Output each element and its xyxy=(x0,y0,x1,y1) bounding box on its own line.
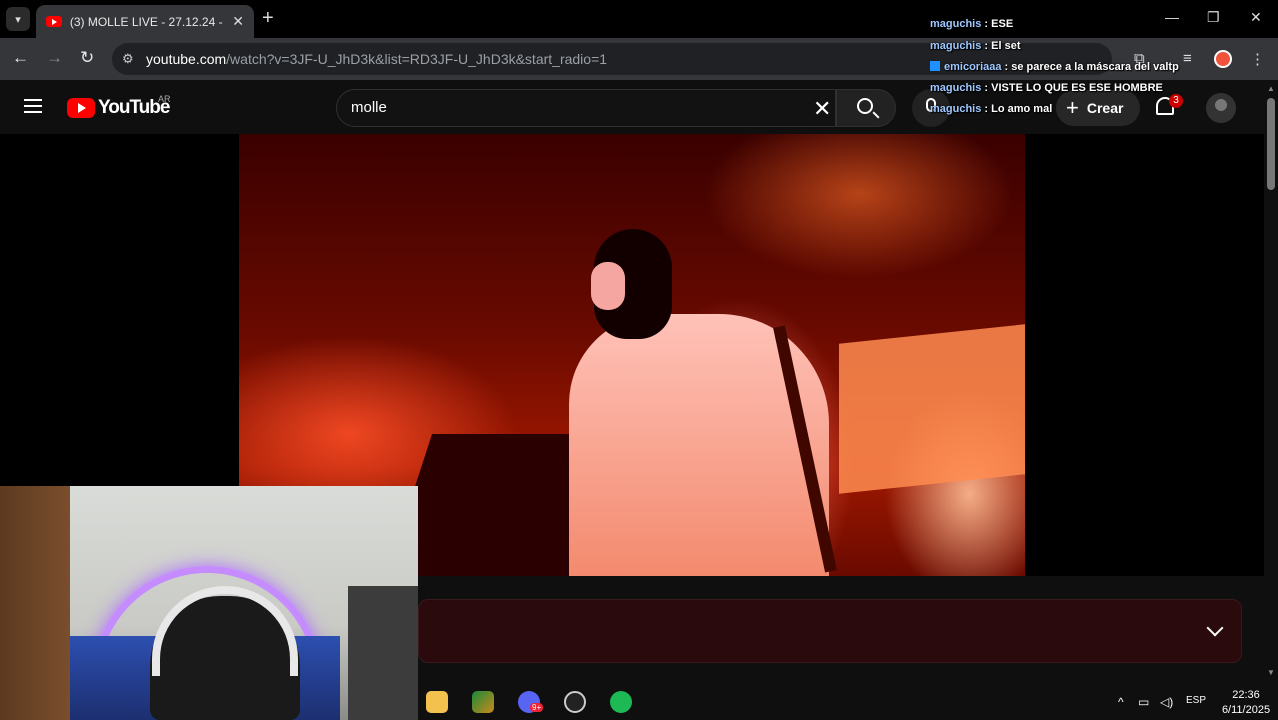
clock-time: 22:36 xyxy=(1232,689,1260,701)
volume-icon[interactable]: ◁) xyxy=(1160,695,1173,709)
restore-button[interactable]: ❐ xyxy=(1207,9,1220,26)
system-clock[interactable]: 22:36 6/11/2025 xyxy=(1218,688,1274,718)
chat-message: maguchis : VISTE LO QUE ES ESE HOMBRE xyxy=(930,82,1163,102)
chat-username: maguchis xyxy=(930,82,982,94)
forward-button[interactable]: → xyxy=(46,48,63,68)
menu-hamburger-icon[interactable] xyxy=(24,99,42,113)
chat-username: maguchis xyxy=(930,103,982,115)
twitch-prime-badge-icon xyxy=(930,61,940,71)
video-description-box[interactable] xyxy=(418,599,1242,663)
video-dj-mask-shape xyxy=(591,262,625,310)
chat-text: ESE xyxy=(991,18,1014,30)
new-tab-button[interactable]: + xyxy=(262,8,274,28)
language-indicator[interactable]: ESP xyxy=(1186,695,1206,706)
network-icon[interactable]: ▭ xyxy=(1138,695,1149,709)
url-path: /watch?v=3JF-U_JhD3k&list=RD3JF-U_JhD3k&… xyxy=(226,51,608,67)
youtube-favicon-icon xyxy=(46,16,62,27)
tray-overflow-icon[interactable]: ^ xyxy=(1118,695,1124,709)
menu-kebab-icon[interactable]: ⋮ xyxy=(1250,50,1265,68)
chat-text: VISTE LO QUE ES ESE HOMBRE xyxy=(991,82,1163,94)
stream-chat-overlay: maguchis : ESE maguchis : El set emicori… xyxy=(930,0,1190,120)
chat-username: maguchis xyxy=(930,18,982,30)
obs-icon[interactable] xyxy=(564,691,586,713)
back-button[interactable]: ← xyxy=(12,48,29,68)
chat-text: se parece a la máscara del valtp xyxy=(1011,61,1179,73)
chat-text: El set xyxy=(991,40,1021,52)
webcam-door-shape xyxy=(0,486,70,720)
site-info-icon[interactable]: ⚙ xyxy=(122,51,134,67)
chat-message: emicoriaaa : se parece a la máscara del … xyxy=(930,61,1179,81)
page-scrollbar[interactable]: ▲ ▼ xyxy=(1264,80,1278,686)
chat-message: maguchis : ESE xyxy=(930,18,1013,38)
spotify-icon[interactable] xyxy=(610,691,632,713)
expand-chevron-icon[interactable] xyxy=(1206,619,1224,637)
windows-taskbar: 9+ ^ ▭ ◁) ESP 22:36 6/11/2025 xyxy=(418,686,1278,720)
search-icon xyxy=(857,98,873,114)
scroll-thumb[interactable] xyxy=(1267,98,1275,190)
country-code: AR xyxy=(158,94,171,104)
discord-badge: 9+ xyxy=(530,703,544,712)
scroll-down-arrow-icon[interactable]: ▼ xyxy=(1267,668,1275,677)
search-query: molle xyxy=(351,99,387,116)
chat-text: Lo amo mal xyxy=(991,103,1053,115)
chat-username: emicoriaaa xyxy=(944,61,1002,73)
chat-separator: : xyxy=(981,82,992,94)
close-window-button[interactable]: ✕ xyxy=(1250,9,1262,26)
search-input[interactable]: molle ✕ xyxy=(336,89,836,127)
youtube-play-icon xyxy=(67,98,95,118)
screen: ▾ (3) MOLLE LIVE - 27.12.24 - You ✕ + — … xyxy=(0,0,1278,720)
reload-button[interactable]: ↻ xyxy=(80,48,94,68)
search-button[interactable] xyxy=(836,89,896,127)
league-client-icon[interactable] xyxy=(472,691,494,713)
tab-search-button[interactable]: ▾ xyxy=(6,7,30,31)
chat-message: maguchis : Lo amo mal xyxy=(930,103,1052,123)
chat-message: maguchis : El set xyxy=(930,40,1021,60)
webcam-overlay xyxy=(0,486,418,720)
chevron-down-icon: ▾ xyxy=(15,13,21,26)
file-explorer-icon[interactable] xyxy=(426,691,448,713)
chat-separator: : xyxy=(981,18,992,30)
video-flag-shape xyxy=(839,324,1025,494)
browser-profile-avatar[interactable] xyxy=(1214,50,1232,68)
browser-tab-active[interactable]: (3) MOLLE LIVE - 27.12.24 - You ✕ xyxy=(36,5,254,38)
chat-separator: : xyxy=(981,103,992,115)
url-text[interactable]: youtube.com/watch?v=3JF-U_JhD3k&list=RD3… xyxy=(146,51,607,67)
account-avatar[interactable] xyxy=(1206,93,1236,123)
clock-date: 6/11/2025 xyxy=(1221,704,1271,716)
tab-title: (3) MOLLE LIVE - 27.12.24 - You xyxy=(69,14,224,29)
chat-separator: : xyxy=(981,40,992,52)
chat-separator: : xyxy=(1001,61,1012,73)
scroll-up-arrow-icon[interactable]: ▲ xyxy=(1267,84,1275,93)
chat-username: maguchis xyxy=(930,40,982,52)
clear-search-icon[interactable]: ✕ xyxy=(813,96,831,122)
youtube-logo[interactable]: YouTube xyxy=(67,97,170,119)
webcam-shelf-shape xyxy=(348,586,418,720)
tab-close-icon[interactable]: ✕ xyxy=(232,13,244,30)
url-domain: youtube.com xyxy=(146,51,227,67)
